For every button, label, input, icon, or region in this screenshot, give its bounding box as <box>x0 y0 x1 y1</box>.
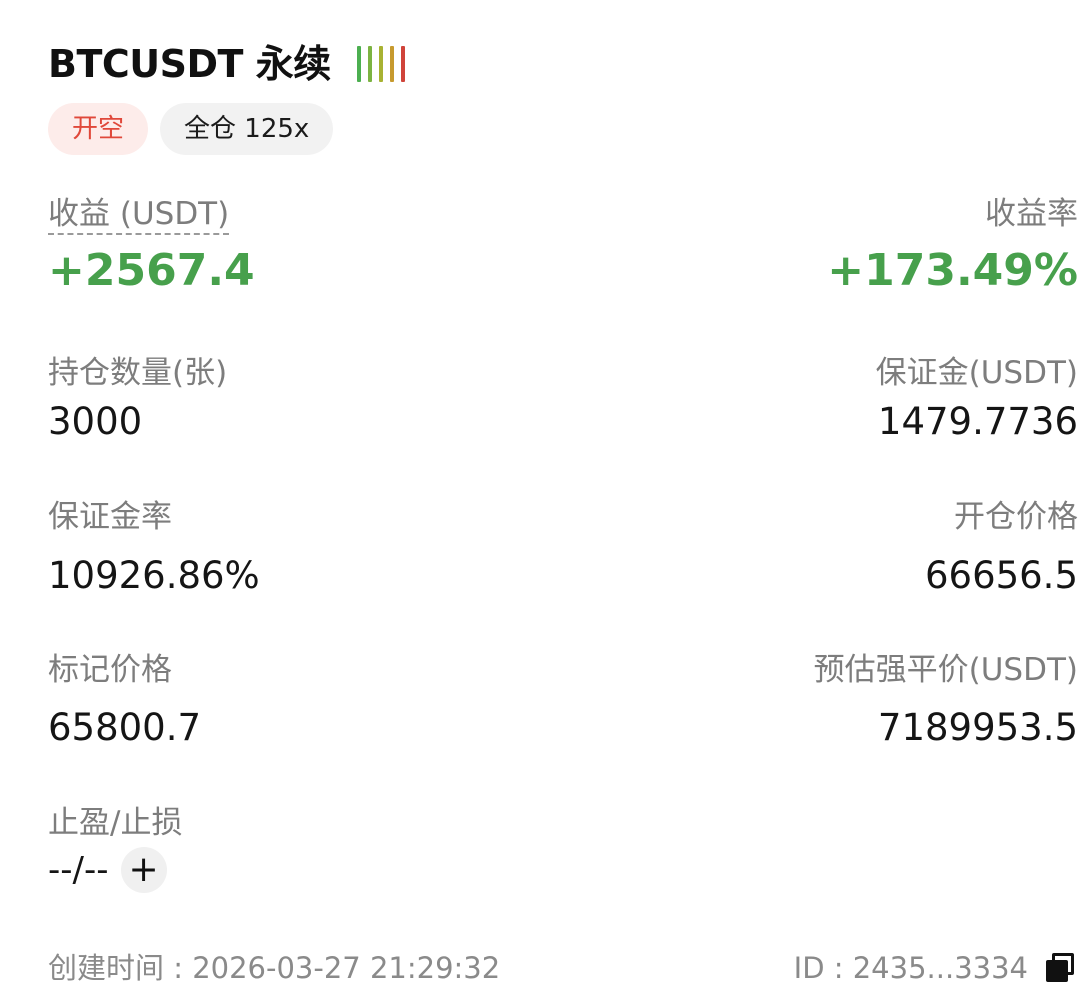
pnl-label-text: 收益 (USDT) <box>48 196 230 235</box>
liq-price-value: 7189953.5 <box>877 706 1078 749</box>
signal-strength-icon <box>356 36 412 92</box>
pnl-rate-label: 收益率 <box>985 196 1078 232</box>
position-id-row: ID : 2435...3334 <box>794 947 1076 989</box>
add-tpsl-button[interactable]: + <box>120 847 167 893</box>
position-tags: 开空 全仓 125x <box>48 103 345 155</box>
margin-ratio-value: 10926.86% <box>48 554 260 597</box>
tpsl-label: 止盈/止损 <box>48 805 183 841</box>
margin-ratio-label: 保证金率 <box>48 499 172 535</box>
position-id: ID : 2435...3334 <box>793 951 1028 985</box>
entry-price-label: 开仓价格 <box>954 499 1078 535</box>
tpsl-value: --/-- <box>48 850 109 890</box>
mark-price-label: 标记价格 <box>48 652 172 688</box>
symbol-title[interactable]: BTCUSDT 永续 <box>48 36 331 92</box>
copy-icon-front <box>1046 960 1068 982</box>
signal-bar <box>378 46 383 82</box>
signal-bar <box>389 46 394 82</box>
created-time: 创建时间 : 2026-03-27 21:29:32 <box>48 951 501 985</box>
margin-mode-badge[interactable]: 全仓 125x <box>160 103 334 155</box>
entry-price-value: 66656.5 <box>924 554 1078 597</box>
signal-bar <box>367 46 372 82</box>
size-label: 持仓数量(张) <box>48 355 228 391</box>
pnl-label[interactable]: 收益 (USDT) <box>48 194 230 235</box>
liq-price-label: 预估强平价(USDT) <box>813 652 1078 688</box>
tpsl-row: --/-- + <box>48 846 167 894</box>
margin-value: 1479.7736 <box>877 400 1078 443</box>
pnl-rate-value: +173.49% <box>827 245 1078 296</box>
position-header: BTCUSDT 永续 <box>48 36 412 92</box>
signal-bar <box>356 46 361 82</box>
size-value: 3000 <box>48 400 143 443</box>
side-badge: 开空 <box>48 103 149 155</box>
margin-label: 保证金(USDT) <box>875 355 1078 391</box>
signal-bar <box>400 46 405 82</box>
copy-icon[interactable] <box>1046 953 1076 983</box>
mark-price-value: 65800.7 <box>48 706 202 749</box>
pnl-value: +2567.4 <box>48 245 255 296</box>
